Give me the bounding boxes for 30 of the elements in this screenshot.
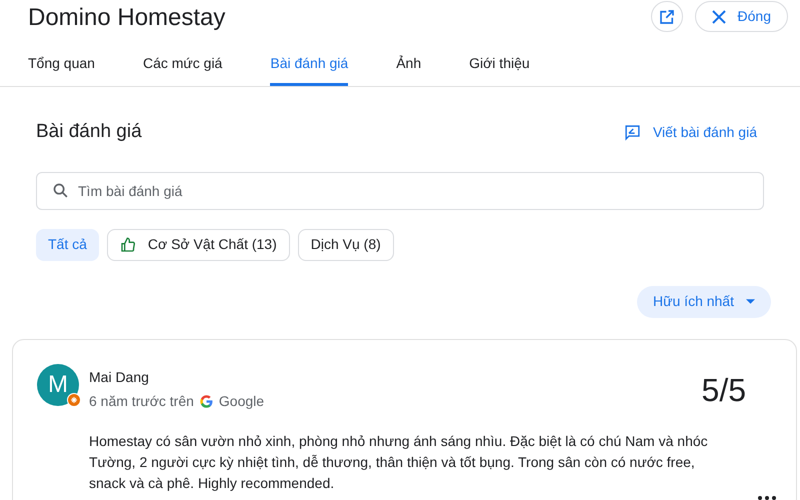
open-in-new-icon — [658, 8, 676, 26]
filter-chip[interactable]: Dịch Vụ (8) — [298, 228, 394, 260]
tab[interactable]: Ảnh — [396, 53, 422, 86]
review-text: Homestay có sân vườn nhỏ xinh, phòng nhỏ nhưng ánh sáng nhìu. Đặc biệt là có chú Nam và nhóc Tường, 2 người cực kỳ nhiệt tình, dễ thương, thân thiện và tốt bụng. Trong sân còn có nước free, snack và cà phê. Highly recommended. — [89, 432, 709, 493]
avatar: M — [37, 364, 79, 406]
tab[interactable]: Các mức giá — [142, 53, 222, 86]
search-field[interactable]: Tìm bài đánh giá — [36, 172, 764, 210]
more-options-icon[interactable] — [758, 496, 776, 500]
place-title: Domino Homestay — [28, 3, 226, 33]
filter-chip[interactable]: Cơ Sở Vật Chất (13) — [106, 228, 290, 260]
review-score: 5/5 — [702, 370, 746, 410]
section-heading: Bài đánh giá — [36, 120, 142, 144]
open-in-new-button[interactable] — [650, 1, 683, 32]
close-icon — [712, 10, 726, 24]
filter-chip[interactable]: Tất cả — [36, 228, 99, 260]
search-icon — [52, 182, 69, 198]
review-source: Google — [218, 392, 264, 411]
tab[interactable]: Giới thiệu — [469, 53, 530, 86]
dropdown-caret-icon — [746, 299, 755, 304]
tab[interactable]: Bài đánh giá — [270, 53, 348, 86]
tab[interactable]: Tổng quan — [28, 53, 95, 86]
author-name[interactable]: Mai Dang — [89, 366, 264, 388]
thumbs-up-icon — [120, 236, 136, 252]
close-button[interactable]: Đóng — [694, 1, 788, 32]
write-review-button[interactable]: Viết bài đánh giá — [624, 122, 757, 143]
sort-button[interactable]: Hữu ích nhất — [637, 286, 771, 318]
review-meta: 6 năm trước trên — [89, 392, 194, 410]
edit-note-icon — [624, 124, 641, 141]
google-icon — [200, 394, 213, 408]
badge-icon — [67, 392, 81, 406]
